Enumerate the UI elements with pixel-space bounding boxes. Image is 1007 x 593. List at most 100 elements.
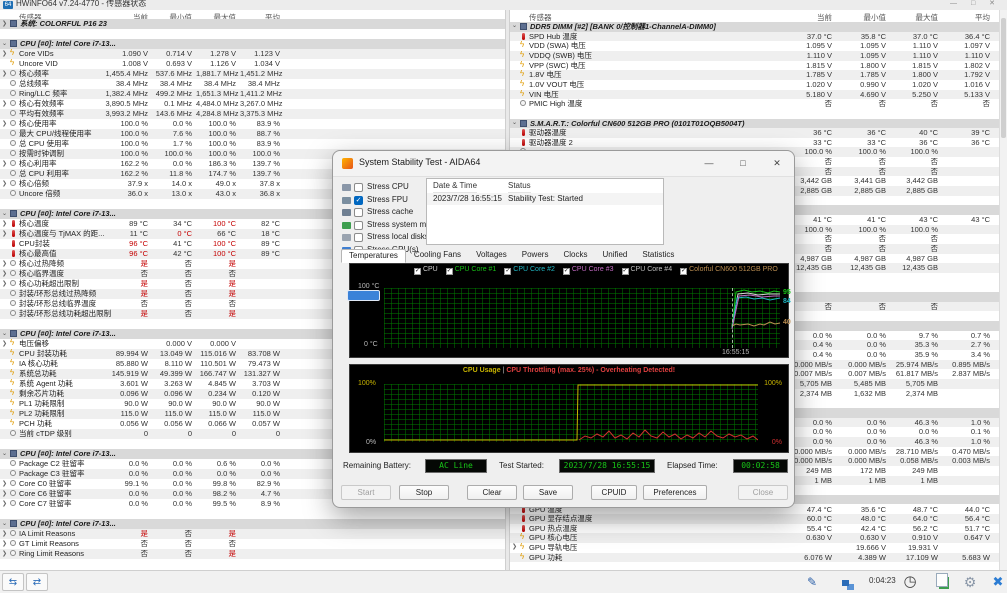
sensor-row[interactable]: ϟ VIN 电压 5.180 V 4.690 V 5.250 V 5.133 V (510, 89, 1000, 100)
sensor-row[interactable]: ϟ GPU 核心电压 0.630 V 0.630 V 0.910 V 0.647 V (510, 533, 1000, 544)
sensor-row[interactable]: 驱动器温度 36 °C 36 °C 40 °C 39 °C (510, 128, 1000, 138)
chevron-right-icon[interactable]: ❯ (2, 99, 7, 109)
sensor-row[interactable]: ϟ 1.0V VOUT 电压 1.020 V 0.990 V 1.020 V 1.016 … (510, 79, 1000, 90)
legend-item[interactable]: ✓ CPU Core #1 (445, 266, 496, 275)
chevron-down-icon[interactable]: ⌄ (2, 519, 7, 529)
sensor-row[interactable]: ❯ IA Limit Reasons 是否是 (0, 529, 505, 539)
close-button[interactable]: Close (738, 485, 788, 500)
network-icon[interactable] (833, 573, 857, 591)
sensor-row[interactable]: ϟ GPU 功耗 6.076 W 4.389 W 17.109 W 5.683 W (510, 552, 1000, 563)
sensor-row[interactable]: ❯ 核心有效频率 3,890.5 MHz 0.1 MHz 4,484.0 MHz 3,26… (0, 99, 505, 109)
report-pen-icon[interactable]: ✎ (800, 573, 824, 591)
legend-checkbox[interactable]: ✓ (562, 268, 570, 275)
legend-checkbox[interactable]: ✓ (621, 268, 629, 275)
sensor-row[interactable]: GPU 热点温度 55.4 °C 42.4 °C 56.2 °C 51.7 °C (510, 524, 1000, 534)
chevron-right-icon[interactable]: ❯ (2, 159, 7, 169)
chevron-right-icon[interactable]: ❯ (2, 229, 7, 239)
maximize-button[interactable]: □ (726, 151, 760, 176)
chevron-down-icon[interactable]: ⌄ (512, 22, 517, 32)
dialog-titlebar[interactable]: System Stability Test - AIDA64 — □ ✕ (333, 151, 794, 177)
start-button[interactable]: Start (341, 485, 391, 500)
chevron-right-icon[interactable]: ❯ (512, 543, 517, 553)
stress-option-stress-cache[interactable]: Stress cache (342, 207, 426, 220)
legend-item[interactable]: ✓ Colorful CN600 512GB PRO (680, 266, 778, 275)
tab-statistics[interactable]: Statistics (635, 249, 681, 263)
sensor-row[interactable]: ❯ 核心频率 1,455.4 MHz 537.6 MHz 1,881.7 MHz 1,45… (0, 69, 505, 79)
tab-clocks[interactable]: Clocks (556, 249, 594, 263)
sensor-row[interactable]: ϟ VPP (SWC) 电压 1.815 V 1.800 V 1.815 V 1.802 … (510, 60, 1000, 71)
legend-checkbox[interactable]: ✓ (445, 268, 453, 275)
stress-checkbox[interactable] (354, 233, 363, 243)
preferences-button[interactable]: Preferences (643, 485, 707, 500)
sensor-row[interactable]: GPU 显存结点温度 60.0 °C 48.0 °C 64.0 °C 56.4 °C (510, 514, 1000, 524)
sensor-row[interactable]: Ring/LLC 频率 1,382.4 MHz 499.2 MHz 1,651.3 M… (0, 89, 505, 99)
cpuid-button[interactable]: CPUID (591, 485, 637, 500)
chevron-right-icon[interactable]: ❯ (2, 19, 7, 29)
sensor-row[interactable]: ❯ Ring Limit Reasons 否否是 (0, 549, 505, 559)
chevron-down-icon[interactable]: ⌄ (2, 209, 7, 219)
sensor-row[interactable]: ϟ VDD (SWA) 电压 1.095 V 1.095 V 1.110 V 1.097 … (510, 41, 1000, 51)
legend-checkbox[interactable]: ✓ (414, 268, 421, 275)
stress-checkbox[interactable]: ✓ (354, 195, 363, 205)
chevron-right-icon[interactable]: ❯ (2, 269, 7, 279)
chevron-right-icon[interactable]: ❯ (2, 549, 7, 559)
stress-option-stress-fpu[interactable]: ✓ Stress FPU (342, 195, 426, 208)
close-x-icon[interactable]: ✖ (986, 573, 1007, 591)
legend-item[interactable]: ✓ CPU Core #4 (621, 266, 672, 275)
sensor-row[interactable]: ❯ ϟ Core VIDs 1.090 V 0.714 V 1.278 V 1.123 V (0, 49, 505, 59)
minimize-button[interactable]: — (692, 151, 726, 176)
collapse-columns-button[interactable]: ⇄ (26, 573, 48, 591)
sensor-section-row[interactable]: ⌄ DDR5 DIMM [#2] [BANK 0/控制器1-ChannelA-DI… (510, 22, 1000, 32)
legend-item[interactable]: ✓ CPU Core #3 (562, 266, 614, 275)
stress-checkbox[interactable] (354, 220, 363, 230)
chevron-right-icon[interactable]: ❯ (2, 259, 7, 269)
sensor-row[interactable]: 总 CPU 使用率 100.0 % 1.7 % 100.0 % 83.9 % (0, 139, 505, 149)
clear-button[interactable]: Clear (467, 485, 517, 500)
tab-cooling-fans[interactable]: Cooling Fans (407, 249, 468, 263)
tab-temperatures[interactable]: Temperatures (341, 249, 406, 263)
chevron-right-icon[interactable]: ❯ (2, 529, 7, 539)
chevron-right-icon[interactable]: ❯ (2, 119, 7, 129)
chevron-right-icon[interactable]: ❯ (2, 279, 7, 289)
sensor-row[interactable]: 最大 CPU/线程使用率 100.0 % 7.6 % 100.0 % 88.7 % (0, 129, 505, 139)
tab-powers[interactable]: Powers (515, 249, 556, 263)
legend-item[interactable]: ✓ CPU (414, 266, 438, 275)
sensor-section-row[interactable]: ⌄ S.M.A.R.T.: Colorful CN600 512GB PRO (0… (510, 118, 1000, 129)
stress-checkbox[interactable] (354, 183, 363, 192)
gear-icon[interactable]: ⚙ (958, 573, 982, 591)
stress-option-stress-system-mem[interactable]: Stress system mem (342, 220, 426, 233)
close-button[interactable]: ✕ (760, 151, 794, 176)
chevron-right-icon[interactable]: ❯ (2, 49, 7, 59)
sensor-row[interactable]: ❯ 核心使用率 100.0 % 0.0 % 100.0 % 83.9 % (0, 119, 505, 129)
tab-unified[interactable]: Unified (595, 249, 634, 263)
right-scrollbar[interactable] (999, 10, 1007, 570)
stop-button[interactable]: Stop (399, 485, 449, 500)
sensor-section-row[interactable]: ⌄ CPU [#0]: Intel Core i7-13... (0, 519, 505, 529)
chevron-down-icon[interactable]: ⌄ (512, 119, 517, 129)
test-log-list[interactable]: Date & Time Status 2023/7/28 16:55:15 St… (426, 178, 664, 245)
chevron-right-icon[interactable]: ❯ (2, 539, 7, 549)
chevron-right-icon[interactable]: ❯ (2, 339, 7, 349)
sensor-row[interactable]: 平均有效频率 3,993.2 MHz 143.6 MHz 4,284.8 MHz 3,3… (0, 109, 505, 119)
hwinfo-window-controls[interactable]: — □ ✕ (950, 0, 1001, 7)
save-button[interactable]: Save (523, 485, 573, 500)
sensor-row[interactable]: SPD Hub 温度 37.0 °C 35.8 °C 37.0 °C 36.4 °C (510, 31, 1000, 42)
sensor-row[interactable]: 总线频率 38.4 MHz 38.4 MHz 38.4 MHz 38.4 MHz (0, 79, 505, 89)
legend-checkbox[interactable]: ✓ (680, 268, 688, 275)
stress-option-stress-cpu[interactable]: Stress CPU (342, 182, 426, 195)
sensor-row[interactable]: 驱动器温度 2 33 °C 33 °C 36 °C 36 °C (510, 138, 1000, 148)
stress-option-stress-local-disks[interactable]: Stress local disks (342, 232, 426, 245)
chevron-right-icon[interactable]: ❯ (2, 219, 7, 229)
sensor-row[interactable]: ❯ ϟ GPU 导轨电压 19.666 V 19.931 V (510, 543, 1000, 553)
log-row[interactable]: 2023/7/28 16:55:15 Stability Test: Start… (427, 193, 663, 205)
expand-columns-button[interactable]: ⇆ (2, 573, 24, 591)
chevron-right-icon[interactable]: ❯ (2, 499, 7, 509)
chevron-right-icon[interactable]: ❯ (2, 489, 7, 499)
sensor-row[interactable]: ϟ Uncore VID 1.008 V 0.693 V 1.126 V 1.034 V (0, 59, 505, 69)
chevron-down-icon[interactable]: ⌄ (2, 449, 7, 459)
sensor-section-row[interactable]: ❯ 系统: COLORFUL P16 23 (0, 19, 505, 29)
legend-item[interactable]: ✓ CPU Core #2 (504, 266, 555, 275)
clock-icon[interactable]: ◷ (898, 573, 922, 591)
chevron-right-icon[interactable]: ❯ (2, 179, 7, 189)
stress-checkbox[interactable] (354, 208, 363, 218)
